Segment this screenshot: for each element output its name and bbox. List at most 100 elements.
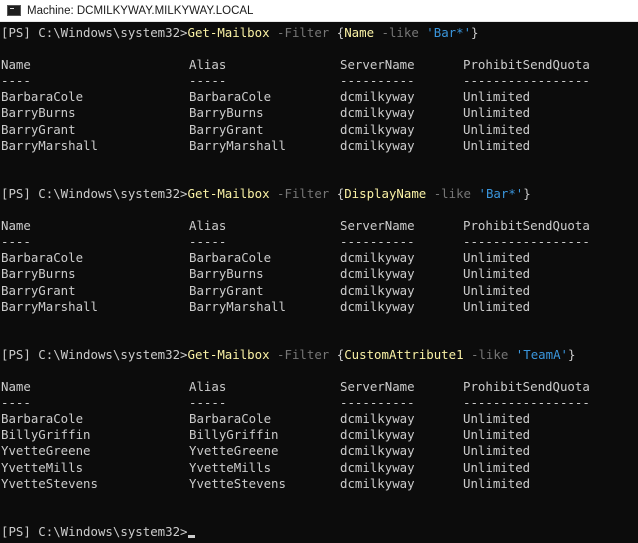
window-title: Machine: DCMILKYWAY.MILKYWAY.LOCAL <box>27 4 254 17</box>
prompt-text: [PS] C:\Windows\system32> <box>1 185 188 201</box>
table-cell: Unlimited <box>463 282 531 298</box>
table-cell: dcmilkyway <box>340 427 415 443</box>
table-cell: BarbaraCole <box>1 411 84 427</box>
table-row: BarbaraCole BarbaraCole dcmilkyway Unlimite… <box>1 250 590 266</box>
table-cell: dcmilkyway <box>340 105 415 121</box>
column-header: ProhibitSendQuota <box>463 218 590 234</box>
column-separator: ---------- <box>340 395 415 411</box>
table-cell: BarryMarshall <box>189 137 286 153</box>
table-cell: BarryMarshall <box>1 137 98 153</box>
table-cell: Unlimited <box>463 266 531 282</box>
table-cell: dcmilkyway <box>340 282 415 298</box>
table-cell: BarryGrant <box>189 282 264 298</box>
table-row: BarryGrant BarryGrant dcmilkyway Unlimited <box>1 122 590 138</box>
column-separator: ----------------- <box>463 395 590 411</box>
table-cell: YvetteMills <box>1 459 84 475</box>
column-separator: ---------- <box>340 234 415 250</box>
column-separator: ----- <box>189 234 227 250</box>
column-separator: ---- <box>1 234 31 250</box>
table-cell: BarbaraCole <box>1 89 84 105</box>
table-header-row: Name Alias ServerName ProhibitSendQuota <box>1 57 590 73</box>
cmdlet-name: Get-Mailbox <box>187 346 270 362</box>
table-cell: BarbaraCole <box>189 411 272 427</box>
table-cell: dcmilkyway <box>340 475 415 491</box>
column-header: Name <box>1 57 31 73</box>
table-separator-row: ---- ----- ---------- ----------------- <box>1 73 590 89</box>
command-line-active[interactable]: [PS] C:\Windows\system32> <box>1 524 590 540</box>
table-cell: dcmilkyway <box>340 121 415 137</box>
filter-property: CustomAttribute1 <box>344 346 464 362</box>
filter-property: DisplayName <box>344 185 427 201</box>
table-cell: Unlimited <box>463 105 531 121</box>
table-cell: Unlimited <box>463 137 531 153</box>
filter-operator: -like <box>381 25 419 40</box>
table-cell: BarryGrant <box>189 121 264 137</box>
filter-parameter: -Filter <box>277 185 330 201</box>
column-header: ProhibitSendQuota <box>463 379 590 395</box>
table-cell: BarryMarshall <box>1 298 98 314</box>
column-header: ServerName <box>340 218 415 234</box>
filter-property: Name <box>344 25 375 40</box>
column-separator: ---------- <box>340 73 415 89</box>
table-cell: dcmilkyway <box>340 459 415 475</box>
table-cell: dcmilkyway <box>340 89 415 105</box>
table-header-row: Name Alias ServerName ProhibitSendQuota <box>1 379 590 395</box>
table-cell: Unlimited <box>463 411 531 427</box>
column-header: ProhibitSendQuota <box>463 57 590 73</box>
table-cell: YvetteMills <box>189 459 272 475</box>
table-row: BarryGrant BarryGrant dcmilkyway Unlimited <box>1 283 590 299</box>
column-separator: ----------------- <box>463 73 590 89</box>
table-cell: BarbaraCole <box>189 250 272 266</box>
column-separator: ----------------- <box>463 234 590 250</box>
column-header: ServerName <box>340 57 415 73</box>
cmdlet-name: Get-Mailbox <box>187 25 270 40</box>
filter-value: 'TeamA' <box>515 346 569 362</box>
table-cell: BarryGrant <box>1 121 76 137</box>
table-cell: dcmilkyway <box>340 137 415 153</box>
column-header: Alias <box>189 218 227 234</box>
table-cell: BarryBurns <box>189 105 264 121</box>
cmdlet-name: Get-Mailbox <box>187 185 270 201</box>
console-area[interactable]: [PS] C:\Windows\system32>Get-Mailbox -Fi… <box>0 22 638 543</box>
column-header: Alias <box>189 379 227 395</box>
column-separator: ---- <box>1 395 31 411</box>
table-cell: BarryGrant <box>1 282 76 298</box>
table-cell: BillyGriffin <box>189 427 279 443</box>
table-cell: Unlimited <box>463 89 531 105</box>
table-header-row: Name Alias ServerName ProhibitSendQuota <box>1 218 590 234</box>
table-cell: BarryBurns <box>1 266 76 282</box>
table-row: BarbaraCole BarbaraCole dcmilkyway Unlimite… <box>1 411 590 427</box>
table-cell: Unlimited <box>463 298 531 314</box>
close-brace: } <box>568 346 576 362</box>
command-line: [PS] C:\Windows\system32>Get-Mailbox -Fi… <box>1 347 590 363</box>
table-separator-row: ---- ----- ---------- ----------------- <box>1 234 590 250</box>
close-brace: } <box>523 185 531 201</box>
column-header: Name <box>1 218 31 234</box>
table-row: BillyGriffin BillyGriffin dcmilkyway Unlimi… <box>1 427 590 443</box>
prompt-text: [PS] C:\Windows\system32> <box>1 346 188 362</box>
table-cell: BarbaraCole <box>189 89 272 105</box>
prompt-text: [PS] C:\Windows\system32> <box>1 523 188 539</box>
table-cell: BarryMarshall <box>189 298 286 314</box>
column-separator: ---- <box>1 73 31 89</box>
table-cell: BarbaraCole <box>1 250 84 266</box>
table-row: YvetteMills YvetteMills dcmilkyway Unlimite… <box>1 460 590 476</box>
table-cell: YvetteStevens <box>189 475 286 491</box>
table-row: BarryBurns BarryBurns dcmilkyway Unlimited <box>1 266 590 282</box>
filter-parameter: -Filter <box>277 346 330 362</box>
window-title-bar[interactable]: Machine: DCMILKYWAY.MILKYWAY.LOCAL <box>0 0 638 22</box>
filter-value: 'Bar*' <box>426 25 472 40</box>
table-cell: Unlimited <box>463 250 531 266</box>
table-cell: Unlimited <box>463 121 531 137</box>
column-separator: ----- <box>189 395 227 411</box>
console-output: [PS] C:\Windows\system32>Get-Mailbox -Fi… <box>1 25 590 540</box>
table-cell: Unlimited <box>463 427 531 443</box>
command-line: [PS] C:\Windows\system32>Get-Mailbox -Fi… <box>1 25 590 41</box>
table-row: YvetteGreene YvetteGreene dcmilkyway Unlimi… <box>1 443 590 459</box>
table-row: BarryMarshall BarryMarshall dcmilkyway Unli… <box>1 299 590 315</box>
